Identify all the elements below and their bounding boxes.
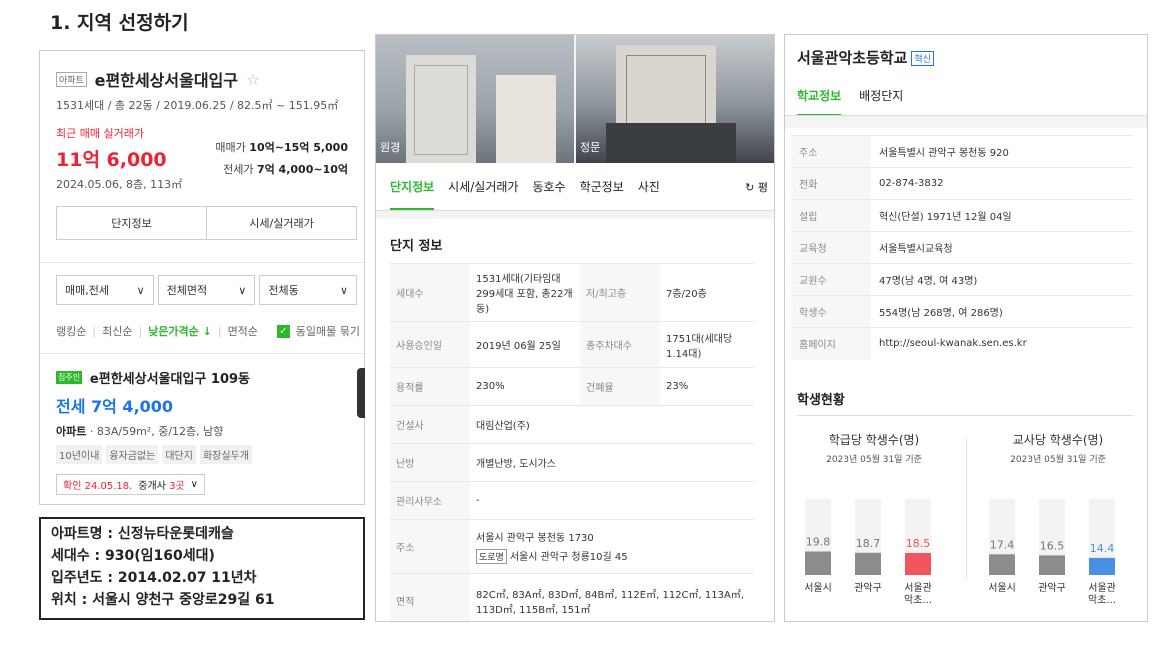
apt-type-tag: 아파트 <box>56 71 87 87</box>
page-title: 1. 지역 선정하기 <box>50 12 189 34</box>
filter-trade-type[interactable]: 매매,전세 ∨ <box>56 275 154 305</box>
lease-range: 전세가 7억 4,000~10억 <box>223 163 348 176</box>
data-label: 17.4 <box>990 538 1015 551</box>
photo-label: 정문 <box>580 141 601 154</box>
chart-per-class: 학급당 학생수(명) 2023년 05월 31일 기준 19.8 서울시 18.7 관… <box>789 431 959 621</box>
feature-chip: 화장실두개 <box>199 445 252 464</box>
apt-name[interactable]: e편한세상서울대입구 <box>95 71 238 90</box>
sort-ranking[interactable]: 랭킹순 <box>56 323 86 339</box>
category-label: 서울시 <box>988 582 1016 594</box>
school-panel: 서울관악초등학교 혁신 학교정보 배정단지 주소 서울특별시 관악구 봉천동 920… <box>784 34 1148 622</box>
chevron-down-icon: ∨ <box>136 283 145 297</box>
photo-label: 원경 <box>380 141 401 154</box>
chart-per-teacher: 교사당 학생수(명) 2023년 05월 31일 기준 17.4 서울시 16.5 관… <box>973 431 1143 621</box>
sort-low-price[interactable]: 낮은가격순 ↓ <box>148 323 212 339</box>
info-location: 위치 : 서울시 양천구 중앙로29길 61 <box>51 592 275 608</box>
chevron-down-icon: ∨ <box>238 283 247 297</box>
photo-main-gate[interactable]: 정문 <box>576 35 774 163</box>
category-label: 악초... <box>904 594 932 606</box>
chevron-down-icon: ∨ <box>339 283 349 297</box>
school-info-table: 주소 서울특별시 관악구 봉천동 920 전화 02-874-3832 설립 혁신(단… <box>791 135 1133 360</box>
checkbox-icon[interactable]: ✓ <box>276 324 290 338</box>
innovation-tag: 혁신 <box>911 51 934 66</box>
chart-title: 학급당 학생수(명) <box>828 433 920 447</box>
filter-area[interactable]: 전체면적 ∨ <box>157 275 256 305</box>
data-label: 18.5 <box>906 537 931 550</box>
category-label: 악초... <box>1088 594 1116 606</box>
confirm-date: 확인 24.05.18. <box>63 481 133 492</box>
feature-chip: 10년이내 <box>56 445 103 464</box>
tab-unit[interactable]: 동호수 <box>532 178 565 195</box>
owner-tag: 집주인 <box>56 371 83 384</box>
listing-panel: 아파트 e편한세상서울대입구 ☆ 1531세대 / 총 22동 / 2019.0… <box>39 50 365 505</box>
school-name: 서울관악초등학교 혁신 <box>797 47 934 68</box>
photo-distant-view[interactable]: 원경 <box>376 35 574 163</box>
listing-price: 전세 7억 4,000 <box>56 397 174 416</box>
filter-building[interactable]: 전체동 ∨ <box>259 275 358 305</box>
sort-newest[interactable]: 최신순 <box>102 323 132 339</box>
tab-school[interactable]: 학군정보 <box>580 178 624 195</box>
bar <box>989 554 1015 575</box>
price-button[interactable]: 시세/실거래가 <box>206 207 356 239</box>
section-title: 단지 정보 <box>390 239 443 254</box>
tab-photo[interactable]: 사진 <box>638 178 660 195</box>
recent-label: 최근 매매 실거래가 <box>56 127 144 140</box>
category-label: 서울시 <box>804 582 832 594</box>
chevron-down-icon: ∨ <box>190 479 198 490</box>
info-move-in: 입주년도 : 2014.02.07 11년차 <box>51 570 257 586</box>
category-label: 관악구 <box>1038 582 1066 594</box>
bar <box>1039 555 1065 575</box>
favorite-star-icon[interactable]: ☆ <box>246 70 260 89</box>
group-same-label[interactable]: 동일매물 묶기 <box>296 323 360 339</box>
bar-chart-per-teacher: 17.4 서울시 16.5 관악구 14.4 서울관악초... <box>988 499 1116 606</box>
sale-range: 매매가 10억~15억 5,000 <box>215 141 348 154</box>
tab-price[interactable]: 시세/실거래가 <box>448 178 518 195</box>
feature-chip: 융자금없는 <box>106 445 159 464</box>
listing-name[interactable]: e편한세상서울대입구 109동 <box>90 372 250 387</box>
recent-price: 11억 6,000 <box>56 149 167 171</box>
recent-date: 2024.05.06, 8층, 113㎡ <box>56 178 183 191</box>
bar <box>1089 557 1115 575</box>
info-box: 아파트명 : 신정뉴타운롯데캐슬 세대수 : 930(임160세대) 입주년도 … <box>39 517 365 620</box>
complex-info-button[interactable]: 단지정보 <box>57 207 206 239</box>
broker-button[interactable]: 확인 24.05.18. 중개사 3곳 ∨ <box>56 474 205 495</box>
chart-title: 교사당 학생수(명) <box>1012 433 1104 447</box>
complex-detail-panel: 원경 정문 단지정보 시세/실거래가 동호수 학군정보 사진 ↻ 평 단지 정보… <box>375 34 775 622</box>
broker-count: 중개사 3곳 <box>138 481 185 492</box>
data-label: 14.4 <box>1090 542 1115 555</box>
list-item[interactable]: 집주인 e편한세상서울대입구 109동 전세 7억 4,000 아파트 · 83… <box>40 354 364 495</box>
bar <box>855 552 881 575</box>
tab-school-info[interactable]: 학교정보 <box>797 87 842 116</box>
listing-type: 아파트 · 83A/59m², 중/12층, 남향 <box>56 425 224 438</box>
road-name-badge: 도로명 <box>476 549 507 564</box>
apt-meta: 1531세대 / 총 22동 / 2019.06.25 / 82.5㎡ ~ 15… <box>56 99 339 112</box>
bar <box>805 551 831 575</box>
tab-assigned-complex[interactable]: 배정단지 <box>859 87 903 104</box>
tab-complex-info[interactable]: 단지정보 <box>390 178 435 210</box>
data-label: 19.8 <box>806 535 831 548</box>
pyeong-toggle[interactable]: ↻ 평 <box>745 179 768 195</box>
feature-chip: 대단지 <box>162 445 196 464</box>
data-label: 18.7 <box>856 537 881 550</box>
chart-subtitle: 2023년 05월 31일 기준 <box>826 455 922 465</box>
complex-info-table: 세대수 1531세대(기타임대 299세대 포함, 총22개동) 저/최고층 7… <box>390 263 754 621</box>
homepage-link[interactable]: http://seoul-kwanak.sen.es.kr <box>871 327 1133 360</box>
sort-area[interactable]: 면적순 <box>228 323 258 339</box>
info-apt-name: 아파트명 : 신정뉴타운롯데캐슬 <box>51 526 234 542</box>
bar-chart-per-class: 19.8 서울시 18.7 관악구 18.5 서울관악초... <box>804 499 932 606</box>
bar <box>905 553 931 575</box>
student-status-title: 학생현황 <box>797 393 845 408</box>
data-label: 16.5 <box>1040 539 1065 552</box>
category-label: 서울관 <box>904 582 932 594</box>
category-label: 관악구 <box>854 582 882 594</box>
scroll-handle[interactable] <box>357 368 365 418</box>
chart-subtitle: 2023년 05월 31일 기준 <box>1010 455 1106 465</box>
category-label: 서울관 <box>1088 582 1116 594</box>
info-households: 세대수 : 930(임160세대) <box>51 548 215 564</box>
